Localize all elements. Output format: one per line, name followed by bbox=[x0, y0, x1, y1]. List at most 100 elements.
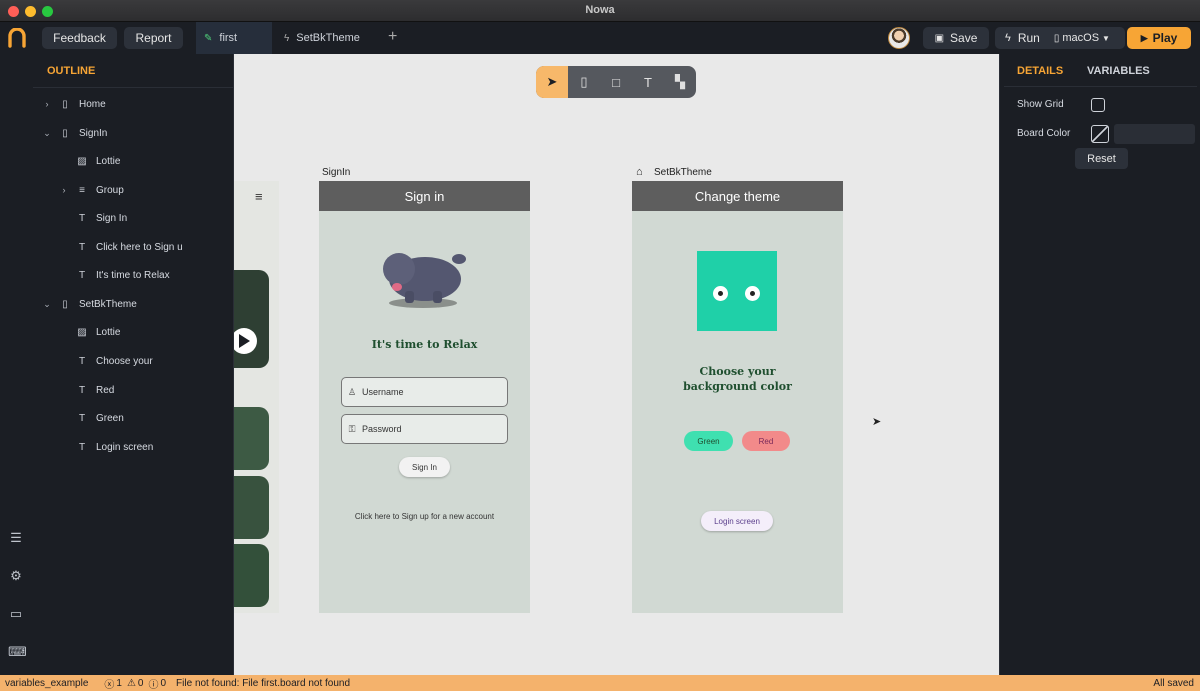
outline-panel: OUTLINE › ▯ Home ⌄ ▯ SignIn ▨ Lottie › ≡… bbox=[33, 54, 234, 675]
outline-item-label: Sign In bbox=[96, 212, 128, 224]
outline-item-group[interactable]: › ≡ Group bbox=[33, 180, 234, 200]
play-circle-icon[interactable] bbox=[234, 328, 257, 354]
choose-heading-line1: Choose your bbox=[699, 365, 776, 378]
signin-button[interactable]: Sign In bbox=[399, 457, 450, 477]
tab-first[interactable]: ✎ first bbox=[196, 22, 272, 54]
mouse-cursor-icon: ➤ bbox=[872, 416, 882, 428]
play-label: Play bbox=[1152, 31, 1178, 45]
phone-icon: ▯ bbox=[62, 298, 68, 310]
setbktheme-screen[interactable]: Change theme Choose your background colo… bbox=[632, 181, 843, 613]
layers-icon[interactable]: ☰ bbox=[8, 530, 24, 546]
gear-icon[interactable]: ⚙ bbox=[8, 568, 24, 584]
run-button[interactable]: Run bbox=[1018, 31, 1040, 45]
tab-details[interactable]: DETAILS bbox=[1017, 65, 1063, 77]
board-color-swatch[interactable] bbox=[1091, 125, 1109, 143]
show-grid-checkbox[interactable] bbox=[1091, 98, 1105, 112]
save-icon: ▣ bbox=[934, 32, 945, 44]
bolt-icon: ϟ bbox=[1005, 32, 1011, 44]
rectangle-tool-icon[interactable]: □ bbox=[600, 66, 632, 98]
outline-item-home[interactable]: › ▯ Home bbox=[33, 94, 234, 114]
outline-item-label: Lottie bbox=[96, 326, 121, 338]
canvas-toolbar: ➤ ▯ □ T ▚ bbox=[536, 66, 696, 98]
folder-icon[interactable]: ▭ bbox=[8, 606, 24, 622]
red-button[interactable]: Red bbox=[742, 431, 790, 451]
pointer-tool-icon[interactable]: ➤ bbox=[536, 66, 568, 98]
outline-item-relax-text[interactable]: T It's time to Relax bbox=[33, 265, 234, 285]
outline-item-green-text[interactable]: T Green bbox=[33, 408, 234, 428]
user-avatar[interactable] bbox=[888, 27, 910, 49]
outline-item-label: Group bbox=[96, 184, 124, 196]
nowa-logo-icon[interactable] bbox=[8, 28, 26, 48]
details-divider bbox=[1004, 86, 1197, 87]
home-screen-partial[interactable]: ≡ bbox=[234, 181, 279, 613]
reset-button[interactable]: Reset bbox=[1075, 148, 1128, 169]
feedback-button[interactable]: Feedback bbox=[42, 27, 117, 49]
title-bar: Nowa bbox=[0, 0, 1200, 22]
tab-setbktheme[interactable]: ϟ SetBkTheme bbox=[276, 22, 376, 54]
text-icon: T bbox=[78, 269, 86, 281]
outline-item-sign-in-text[interactable]: T Sign In bbox=[33, 208, 234, 228]
play-icon: ▶ bbox=[1140, 32, 1148, 43]
outline-item-choose-text[interactable]: T Choose your bbox=[33, 351, 234, 371]
chevron-right-icon[interactable]: › bbox=[42, 99, 52, 109]
outline-title: OUTLINE bbox=[47, 65, 96, 77]
menu-icon: ≡ bbox=[255, 189, 263, 204]
save-state: All saved bbox=[1153, 677, 1194, 689]
screen-label-signin: SignIn bbox=[322, 167, 351, 178]
outline-item-lottie-2[interactable]: ▨ Lottie bbox=[33, 322, 234, 342]
username-field[interactable]: ♙ Username bbox=[341, 377, 508, 407]
warning-icon: ⚠ bbox=[126, 677, 136, 689]
show-grid-label: Show Grid bbox=[1017, 99, 1064, 110]
outline-item-label: Choose your bbox=[96, 355, 153, 367]
edit-icon: ✎ bbox=[204, 32, 213, 44]
sleeping-animal-lottie bbox=[383, 253, 466, 308]
outline-item-login-text[interactable]: T Login screen bbox=[33, 437, 234, 457]
phone-tool-icon[interactable]: ▯ bbox=[568, 66, 600, 98]
error-icon: ⓧ bbox=[104, 679, 115, 691]
chevron-right-icon[interactable]: › bbox=[59, 185, 69, 195]
save-button[interactable]: ▣ Save bbox=[923, 27, 989, 49]
outline-item-red-text[interactable]: T Red bbox=[33, 380, 234, 400]
outline-item-lottie[interactable]: ▨ Lottie bbox=[33, 151, 234, 171]
text-tool-icon[interactable]: T bbox=[632, 66, 664, 98]
platform-select[interactable]: macOS bbox=[1062, 32, 1099, 44]
leaf-card bbox=[234, 544, 269, 607]
info-icon: ⓘ bbox=[148, 679, 159, 691]
design-canvas[interactable]: ➤ ▯ □ T ▚ ≡ SignIn Sign in It's time to … bbox=[234, 54, 999, 675]
leaf-card bbox=[234, 476, 269, 539]
outline-item-signin[interactable]: ⌄ ▯ SignIn bbox=[33, 123, 234, 143]
text-icon: T bbox=[78, 241, 86, 253]
outline-item-setbktheme[interactable]: ⌄ ▯ SetBkTheme bbox=[33, 294, 234, 314]
outline-item-label: Lottie bbox=[96, 155, 121, 167]
components-tool-icon[interactable]: ▚ bbox=[664, 66, 696, 98]
text-icon: T bbox=[78, 412, 86, 424]
board-color-label: Board Color bbox=[1017, 128, 1071, 139]
leaf-card bbox=[234, 407, 269, 470]
outline-item-label: SetBkTheme bbox=[79, 298, 137, 310]
tab-label: SetBkTheme bbox=[296, 32, 360, 44]
user-icon: ♙ bbox=[347, 386, 357, 397]
password-placeholder: Password bbox=[362, 424, 402, 434]
signin-screen[interactable]: Sign in It's time to Relax ♙ Username ⚿ … bbox=[319, 181, 530, 613]
screen-label-setbktheme: SetBkTheme bbox=[654, 167, 712, 178]
project-name[interactable]: variables_example bbox=[5, 678, 88, 689]
keyboard-icon[interactable]: ⌨ bbox=[8, 644, 27, 660]
play-button[interactable]: ▶ Play bbox=[1127, 27, 1191, 49]
green-button[interactable]: Green bbox=[684, 431, 733, 451]
login-screen-button[interactable]: Login screen bbox=[701, 511, 773, 531]
board-color-input[interactable] bbox=[1114, 124, 1195, 144]
signup-link[interactable]: Click here to Sign up for a new account bbox=[319, 512, 530, 521]
report-button[interactable]: Report bbox=[124, 27, 183, 49]
password-field[interactable]: ⚿ Password bbox=[341, 414, 508, 444]
chevron-down-icon[interactable]: ⌄ bbox=[42, 299, 52, 310]
info-count: 0 bbox=[160, 677, 167, 689]
text-icon: T bbox=[78, 212, 86, 224]
eye-icon bbox=[713, 286, 728, 301]
tab-variables[interactable]: VARIABLES bbox=[1087, 65, 1150, 77]
outline-item-label: It's time to Relax bbox=[96, 269, 170, 281]
chevron-down-icon[interactable]: ⌄ bbox=[42, 128, 52, 139]
warning-count: 0 bbox=[137, 677, 144, 689]
outline-item-signup-text[interactable]: T Click here to Sign u bbox=[33, 237, 234, 257]
image-icon: ▨ bbox=[77, 326, 87, 338]
add-tab-button[interactable]: + bbox=[388, 28, 397, 46]
